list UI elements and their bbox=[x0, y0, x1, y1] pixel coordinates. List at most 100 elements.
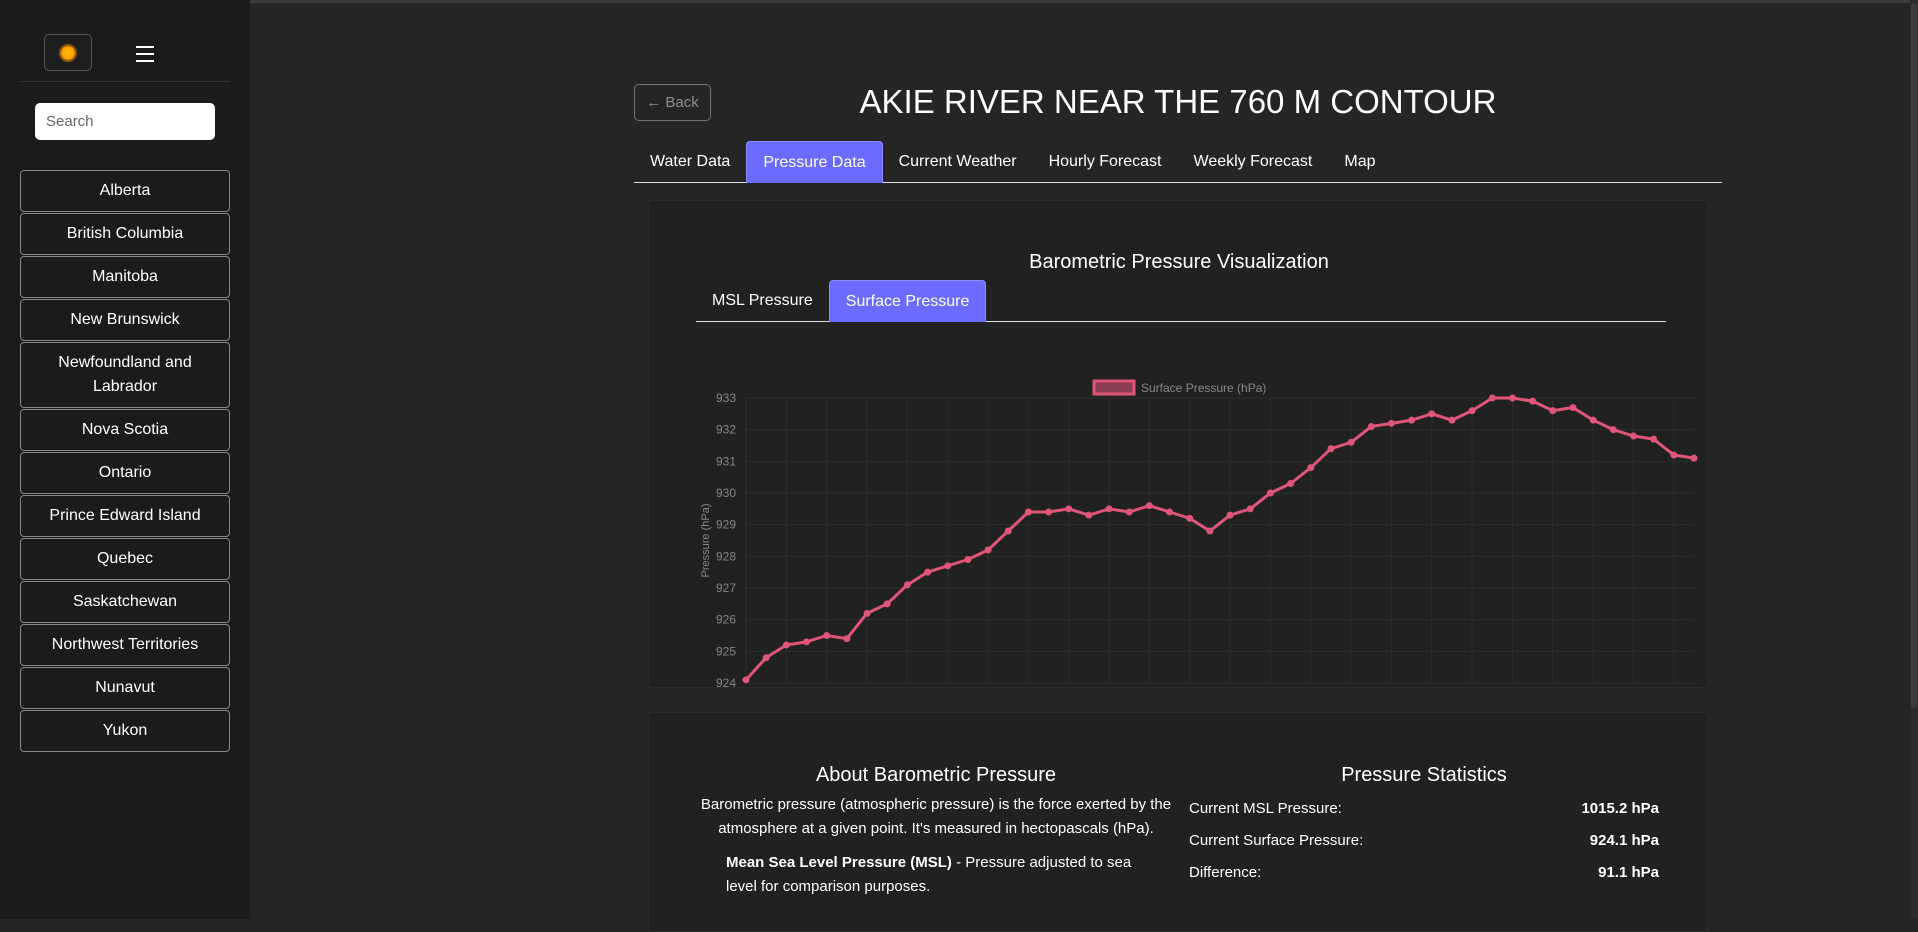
stat-label: Difference: bbox=[1189, 864, 1262, 881]
menu-icon[interactable] bbox=[136, 46, 154, 62]
stat-label: Current MSL Pressure: bbox=[1189, 800, 1342, 817]
data-point bbox=[944, 562, 952, 570]
tab-map[interactable]: Map bbox=[1328, 141, 1391, 183]
stat-row: Current MSL Pressure: 1015.2 hPa bbox=[1189, 793, 1659, 825]
data-point bbox=[863, 609, 871, 617]
y-tick-label: 932 bbox=[716, 423, 736, 437]
data-point bbox=[1166, 508, 1174, 516]
data-point bbox=[1065, 505, 1073, 513]
back-button[interactable]: ← Back bbox=[634, 84, 711, 121]
sidebar: AlbertaBritish ColumbiaManitobaNew Bruns… bbox=[0, 0, 250, 919]
province-button[interactable]: Prince Edward Island bbox=[20, 495, 230, 537]
scrollbar-thumb[interactable] bbox=[1911, 3, 1917, 708]
stat-value: 1015.2 hPa bbox=[1581, 800, 1659, 817]
window-top-border bbox=[0, 0, 1918, 3]
chart-card: Barometric Pressure Visualization MSL Pr… bbox=[648, 200, 1708, 689]
data-point bbox=[1287, 480, 1295, 487]
data-point bbox=[1186, 514, 1194, 522]
info-card: About Barometric Pressure Barometric pre… bbox=[648, 712, 1708, 932]
stat-row: Current Surface Pressure: 924.1 hPa bbox=[1189, 825, 1659, 857]
data-point bbox=[924, 568, 932, 576]
data-point bbox=[1569, 404, 1577, 411]
data-point bbox=[1529, 397, 1537, 405]
y-tick-label: 931 bbox=[716, 454, 736, 468]
data-point bbox=[1307, 464, 1315, 472]
province-button[interactable]: Northwest Territories bbox=[20, 624, 230, 666]
data-point bbox=[1629, 432, 1637, 440]
page-scrollbar[interactable] bbox=[1910, 0, 1918, 919]
stats-title: Pressure Statistics bbox=[1341, 764, 1507, 786]
tab-water-data[interactable]: Water Data bbox=[634, 141, 746, 183]
data-point bbox=[1246, 505, 1254, 513]
data-point bbox=[1085, 511, 1093, 519]
stat-value: 91.1 hPa bbox=[1598, 864, 1659, 881]
data-point bbox=[1145, 502, 1153, 510]
msl-description: Mean Sea Level Pressure (MSL) - Pressure… bbox=[696, 851, 1176, 899]
province-button[interactable]: New Brunswick bbox=[20, 299, 230, 341]
data-point bbox=[1549, 407, 1557, 415]
data-point bbox=[1428, 410, 1436, 418]
y-tick-label: 924 bbox=[716, 676, 736, 689]
y-tick-label: 929 bbox=[716, 518, 736, 532]
province-list: Alberta British Columbia Manitoba New Bruns… bbox=[20, 170, 230, 753]
data-point bbox=[843, 635, 851, 643]
data-point bbox=[782, 641, 790, 649]
data-point bbox=[1589, 416, 1597, 424]
province-button[interactable]: British Columbia bbox=[20, 213, 230, 255]
province-button[interactable]: Yukon bbox=[20, 710, 230, 752]
province-button[interactable]: Alberta bbox=[20, 170, 230, 212]
about-text: Barometric pressure (atmospheric pressur… bbox=[700, 796, 1172, 837]
y-tick-label: 926 bbox=[716, 613, 736, 627]
data-point bbox=[1024, 508, 1032, 516]
province-button[interactable]: Nunavut bbox=[20, 667, 230, 709]
logo-button[interactable] bbox=[44, 34, 92, 71]
pressure-chart: 924 925 926 927 928 929 930 931 932 933 Pressure (… bbox=[700, 379, 1698, 689]
data-point bbox=[1650, 435, 1658, 443]
y-tick-label: 933 bbox=[716, 391, 736, 405]
data-point bbox=[762, 654, 770, 662]
y-tick-label: 928 bbox=[716, 549, 736, 563]
data-point bbox=[1125, 508, 1133, 516]
data-point bbox=[1266, 489, 1274, 497]
data-point bbox=[1508, 394, 1516, 402]
y-axis-label: Pressure (hPa) bbox=[700, 504, 712, 578]
tab-weekly-forecast[interactable]: Weekly Forecast bbox=[1178, 141, 1329, 183]
main-tabs: Water Data Pressure Data Current Weather Ho… bbox=[634, 141, 1722, 183]
data-point bbox=[1327, 445, 1335, 453]
about-title: About Barometric Pressure bbox=[815, 764, 1057, 786]
province-button[interactable]: Ontario bbox=[20, 452, 230, 494]
data-point bbox=[1206, 527, 1214, 535]
tab-hourly-forecast[interactable]: Hourly Forecast bbox=[1033, 141, 1178, 183]
data-point bbox=[1408, 416, 1416, 424]
province-button[interactable]: Quebec bbox=[20, 538, 230, 580]
data-point bbox=[1004, 527, 1012, 535]
series-line bbox=[744, 396, 1695, 681]
province-button[interactable]: Nova Scotia bbox=[20, 409, 230, 451]
data-point bbox=[1690, 454, 1698, 462]
legend-label: Surface Pressure (hPa) bbox=[1141, 381, 1266, 395]
about-section: About Barometric Pressure Barometric pre… bbox=[696, 761, 1176, 899]
province-button[interactable]: Newfoundland and Labrador bbox=[20, 342, 230, 408]
search-input[interactable] bbox=[35, 103, 215, 140]
stat-value: 924.1 hPa bbox=[1589, 832, 1659, 849]
tab-current-weather[interactable]: Current Weather bbox=[883, 141, 1033, 183]
page-title: AKIE RIVER NEAR THE 760 M CONTOUR bbox=[859, 83, 1497, 120]
sidebar-header bbox=[20, 34, 230, 82]
y-tick-label: 927 bbox=[716, 581, 736, 595]
data-point bbox=[1105, 505, 1113, 513]
stats-section: Pressure Statistics Current MSL Pressure… bbox=[1189, 761, 1659, 889]
y-tick-label: 925 bbox=[716, 644, 736, 658]
province-button[interactable]: Saskatchewan bbox=[20, 581, 230, 623]
stat-row: Difference: 91.1 hPa bbox=[1189, 857, 1659, 889]
data-point bbox=[1488, 394, 1496, 402]
data-point bbox=[903, 581, 911, 589]
tab-pressure-data[interactable]: Pressure Data bbox=[746, 141, 883, 183]
province-button[interactable]: Manitoba bbox=[20, 256, 230, 298]
data-point bbox=[742, 676, 750, 684]
sun-icon bbox=[61, 45, 75, 60]
data-point bbox=[1670, 451, 1678, 459]
data-point bbox=[1045, 508, 1053, 516]
data-point bbox=[964, 556, 972, 563]
data-point bbox=[1609, 426, 1617, 434]
data-point bbox=[984, 546, 992, 554]
